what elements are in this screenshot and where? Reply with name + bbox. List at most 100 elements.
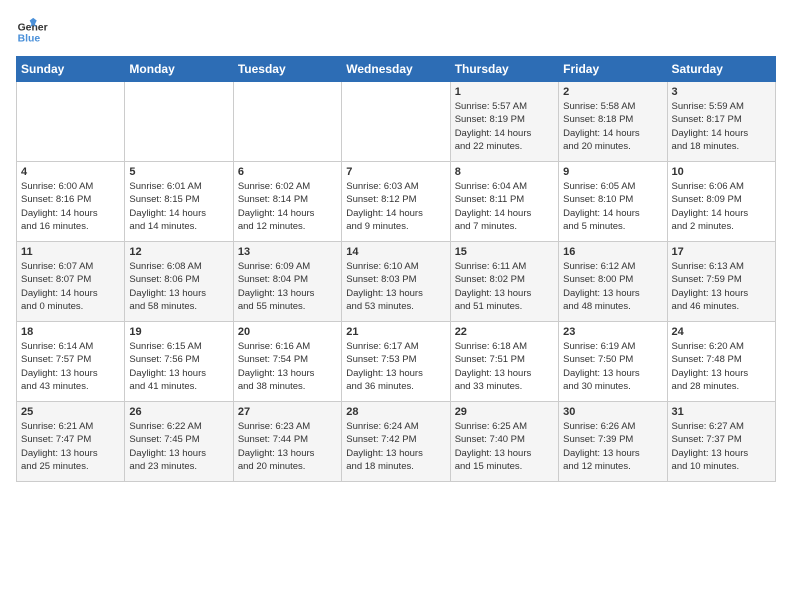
weekday-header-wednesday: Wednesday <box>342 57 450 82</box>
day-number: 15 <box>455 246 554 258</box>
calendar-week-row: 11Sunrise: 6:07 AM Sunset: 8:07 PM Dayli… <box>17 242 776 322</box>
day-info: Sunrise: 6:24 AM Sunset: 7:42 PM Dayligh… <box>346 420 445 473</box>
calendar-cell: 15 Sunrise: 6:11 AM Sunset: 8:02 PM Dayli… <box>450 242 558 322</box>
day-number: 6 <box>238 166 337 178</box>
day-number: 4 <box>21 166 120 178</box>
day-info: Sunrise: 6:01 AM Sunset: 8:15 PM Dayligh… <box>129 180 228 233</box>
day-info: Sunrise: 6:20 AM Sunset: 7:48 PM Dayligh… <box>672 340 771 393</box>
calendar-cell: 29 Sunrise: 6:25 AM Sunset: 7:40 PM Dayli… <box>450 402 558 482</box>
calendar-cell: 8Sunrise: 6:04 AM Sunset: 8:11 PM Daylig… <box>450 162 558 242</box>
day-number: 2 <box>563 86 662 98</box>
calendar-cell: 12 Sunrise: 6:08 AM Sunset: 8:06 PM Dayli… <box>125 242 233 322</box>
calendar-cell: 11Sunrise: 6:07 AM Sunset: 8:07 PM Dayli… <box>17 242 125 322</box>
calendar-cell: 22 Sunrise: 6:18 AM Sunset: 7:51 PM Dayli… <box>450 322 558 402</box>
page-header: General Blue <box>16 16 776 48</box>
calendar-cell: 5 Sunrise: 6:01 AM Sunset: 8:15 PM Daylig… <box>125 162 233 242</box>
calendar-cell: 3Sunrise: 5:59 AM Sunset: 8:17 PM Daylig… <box>667 82 775 162</box>
calendar-cell: 17 Sunrise: 6:13 AM Sunset: 7:59 PM Dayli… <box>667 242 775 322</box>
day-number: 8 <box>455 166 554 178</box>
weekday-header-friday: Friday <box>559 57 667 82</box>
calendar-cell <box>17 82 125 162</box>
calendar-cell: 24 Sunrise: 6:20 AM Sunset: 7:48 PM Dayli… <box>667 322 775 402</box>
calendar-cell: 26Sunrise: 6:22 AM Sunset: 7:45 PM Dayli… <box>125 402 233 482</box>
calendar-cell: 21 Sunrise: 6:17 AM Sunset: 7:53 PM Dayli… <box>342 322 450 402</box>
svg-text:Blue: Blue <box>18 34 41 45</box>
day-number: 12 <box>129 246 228 258</box>
day-number: 1 <box>455 86 554 98</box>
day-number: 14 <box>346 246 445 258</box>
day-info: Sunrise: 5:57 AM Sunset: 8:19 PM Dayligh… <box>455 100 554 153</box>
calendar-cell: 13 Sunrise: 6:09 AM Sunset: 8:04 PM Dayli… <box>233 242 341 322</box>
day-number: 16 <box>563 246 662 258</box>
calendar-cell: 20 Sunrise: 6:16 AM Sunset: 7:54 PM Dayli… <box>233 322 341 402</box>
day-info: Sunrise: 6:18 AM Sunset: 7:51 PM Dayligh… <box>455 340 554 393</box>
calendar-cell <box>125 82 233 162</box>
calendar-cell: 23 Sunrise: 6:19 AM Sunset: 7:50 PM Dayli… <box>559 322 667 402</box>
day-number: 17 <box>672 246 771 258</box>
calendar-week-row: 1 Sunrise: 5:57 AM Sunset: 8:19 PM Daylig… <box>17 82 776 162</box>
day-info: Sunrise: 5:59 AM Sunset: 8:17 PM Dayligh… <box>672 100 771 153</box>
day-info: Sunrise: 6:16 AM Sunset: 7:54 PM Dayligh… <box>238 340 337 393</box>
calendar-cell: 10Sunrise: 6:06 AM Sunset: 8:09 PM Dayli… <box>667 162 775 242</box>
day-number: 22 <box>455 326 554 338</box>
logo: General Blue <box>16 16 56 48</box>
day-number: 26 <box>129 406 228 418</box>
day-info: Sunrise: 6:14 AM Sunset: 7:57 PM Dayligh… <box>21 340 120 393</box>
day-info: Sunrise: 6:05 AM Sunset: 8:10 PM Dayligh… <box>563 180 662 233</box>
day-info: Sunrise: 6:08 AM Sunset: 8:06 PM Dayligh… <box>129 260 228 313</box>
day-number: 28 <box>346 406 445 418</box>
calendar-cell: 27Sunrise: 6:23 AM Sunset: 7:44 PM Dayli… <box>233 402 341 482</box>
day-number: 29 <box>455 406 554 418</box>
calendar-cell <box>342 82 450 162</box>
calendar-cell: 31Sunrise: 6:27 AM Sunset: 7:37 PM Dayli… <box>667 402 775 482</box>
calendar-cell: 1 Sunrise: 5:57 AM Sunset: 8:19 PM Daylig… <box>450 82 558 162</box>
weekday-header-saturday: Saturday <box>667 57 775 82</box>
day-info: Sunrise: 6:27 AM Sunset: 7:37 PM Dayligh… <box>672 420 771 473</box>
weekday-header-row: SundayMondayTuesdayWednesdayThursdayFrid… <box>17 57 776 82</box>
day-number: 21 <box>346 326 445 338</box>
day-number: 24 <box>672 326 771 338</box>
calendar-cell: 14 Sunrise: 6:10 AM Sunset: 8:03 PM Dayli… <box>342 242 450 322</box>
calendar-cell: 4 Sunrise: 6:00 AM Sunset: 8:16 PM Daylig… <box>17 162 125 242</box>
day-info: Sunrise: 6:17 AM Sunset: 7:53 PM Dayligh… <box>346 340 445 393</box>
day-info: Sunrise: 5:58 AM Sunset: 8:18 PM Dayligh… <box>563 100 662 153</box>
weekday-header-tuesday: Tuesday <box>233 57 341 82</box>
weekday-header-monday: Monday <box>125 57 233 82</box>
day-info: Sunrise: 6:15 AM Sunset: 7:56 PM Dayligh… <box>129 340 228 393</box>
day-info: Sunrise: 6:13 AM Sunset: 7:59 PM Dayligh… <box>672 260 771 313</box>
calendar-cell: 6Sunrise: 6:02 AM Sunset: 8:14 PM Daylig… <box>233 162 341 242</box>
day-info: Sunrise: 6:00 AM Sunset: 8:16 PM Dayligh… <box>21 180 120 233</box>
day-number: 23 <box>563 326 662 338</box>
day-info: Sunrise: 6:11 AM Sunset: 8:02 PM Dayligh… <box>455 260 554 313</box>
day-number: 27 <box>238 406 337 418</box>
day-number: 19 <box>129 326 228 338</box>
calendar-cell: 19 Sunrise: 6:15 AM Sunset: 7:56 PM Dayli… <box>125 322 233 402</box>
day-number: 7 <box>346 166 445 178</box>
day-number: 30 <box>563 406 662 418</box>
calendar-cell: 28 Sunrise: 6:24 AM Sunset: 7:42 PM Dayli… <box>342 402 450 482</box>
calendar-cell: 7Sunrise: 6:03 AM Sunset: 8:12 PM Daylig… <box>342 162 450 242</box>
day-info: Sunrise: 6:25 AM Sunset: 7:40 PM Dayligh… <box>455 420 554 473</box>
day-info: Sunrise: 6:26 AM Sunset: 7:39 PM Dayligh… <box>563 420 662 473</box>
day-info: Sunrise: 6:12 AM Sunset: 8:00 PM Dayligh… <box>563 260 662 313</box>
day-number: 11 <box>21 246 120 258</box>
calendar-cell: 18 Sunrise: 6:14 AM Sunset: 7:57 PM Dayli… <box>17 322 125 402</box>
day-number: 5 <box>129 166 228 178</box>
calendar-table: SundayMondayTuesdayWednesdayThursdayFrid… <box>16 56 776 482</box>
day-info: Sunrise: 6:19 AM Sunset: 7:50 PM Dayligh… <box>563 340 662 393</box>
day-info: Sunrise: 6:06 AM Sunset: 8:09 PM Dayligh… <box>672 180 771 233</box>
day-info: Sunrise: 6:10 AM Sunset: 8:03 PM Dayligh… <box>346 260 445 313</box>
day-number: 13 <box>238 246 337 258</box>
day-number: 25 <box>21 406 120 418</box>
day-info: Sunrise: 6:09 AM Sunset: 8:04 PM Dayligh… <box>238 260 337 313</box>
calendar-week-row: 18 Sunrise: 6:14 AM Sunset: 7:57 PM Dayli… <box>17 322 776 402</box>
calendar-cell: 16 Sunrise: 6:12 AM Sunset: 8:00 PM Dayli… <box>559 242 667 322</box>
calendar-cell: 25 Sunrise: 6:21 AM Sunset: 7:47 PM Dayli… <box>17 402 125 482</box>
calendar-week-row: 4 Sunrise: 6:00 AM Sunset: 8:16 PM Daylig… <box>17 162 776 242</box>
day-number: 18 <box>21 326 120 338</box>
day-number: 20 <box>238 326 337 338</box>
day-info: Sunrise: 6:21 AM Sunset: 7:47 PM Dayligh… <box>21 420 120 473</box>
calendar-week-row: 25 Sunrise: 6:21 AM Sunset: 7:47 PM Dayli… <box>17 402 776 482</box>
logo-icon: General Blue <box>16 16 48 48</box>
weekday-header-thursday: Thursday <box>450 57 558 82</box>
